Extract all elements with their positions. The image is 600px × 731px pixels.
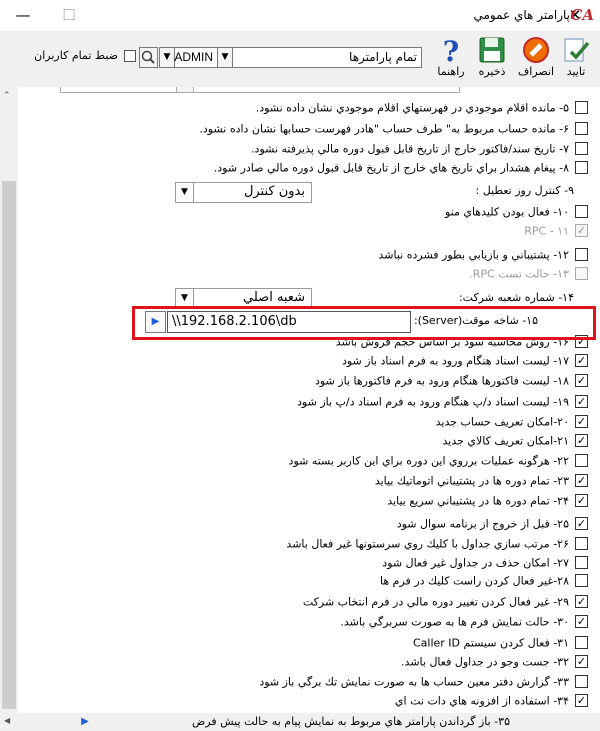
list-item: ۱۳- حالت تست RPC. (469, 266, 588, 285)
search-button[interactable] (139, 47, 158, 68)
checkbox[interactable] (575, 555, 588, 569)
help-button[interactable]: ? راهنما (429, 33, 473, 85)
checkbox[interactable]: ✓ (575, 516, 588, 530)
checkbox[interactable] (575, 247, 588, 261)
app-logo: CA (570, 6, 594, 24)
checkbox[interactable]: ✓ (575, 373, 588, 387)
list-item[interactable]: ✓۲۳- تمام دوره ها در پشتيباني اتوماتيك ب… (375, 473, 588, 492)
checkbox[interactable]: ✓ (575, 594, 588, 608)
list-item[interactable]: ۷- تاريخ سند/فاكتور خارج از تاريخ قابل ق… (251, 141, 588, 160)
checkbox[interactable]: ✓ (575, 353, 588, 367)
checkbox[interactable]: ✓ (575, 693, 588, 707)
list-item[interactable]: ۲۶- مرتب سازي جداول با كليك روي سرستونها… (286, 536, 588, 555)
highlight-box (132, 306, 596, 340)
checkbox (575, 266, 588, 280)
control-row-label: ۹- كنترل روز تعطيل : (475, 183, 575, 197)
save-all-users-checkbox[interactable] (124, 50, 136, 62)
checkbox[interactable] (575, 100, 588, 114)
list-item[interactable]: ✓۲۵- قبل از خروج از برنامه سوال شود (397, 516, 588, 535)
bottom-bar: ◀ ▶ ۳۵- باز گرداندن پارامتر هاي مربوط به… (0, 713, 600, 731)
svg-text:?: ? (443, 35, 459, 65)
checkbox[interactable] (575, 453, 588, 467)
reset-messages-button[interactable]: ▶ (77, 714, 93, 729)
list-item[interactable]: ✓۱۸- ليست فاكتورها هنگام ورود به فرم فاك… (315, 373, 588, 392)
checkbox[interactable] (575, 204, 588, 218)
list-item[interactable]: ✓۳۰- حالت نمايش فرم ها به صورت سربرگي با… (340, 614, 588, 633)
checkbox[interactable]: ✓ (575, 654, 588, 668)
list-item[interactable]: ✓۳۲- جست وجو در جداول فعال باشد. (401, 654, 588, 673)
checkbox[interactable] (575, 141, 588, 155)
scroll-left-icon[interactable]: ◀ (4, 716, 10, 725)
checkbox[interactable]: ✓ (575, 493, 588, 507)
checkbox[interactable] (575, 635, 588, 649)
list-item[interactable]: ۶- مانده حساب مربوط به" طرف حساب "هادر ف… (199, 121, 588, 140)
chevron-down-icon: ▼ (218, 48, 233, 67)
parameters-panel: ۵- مانده اقلام موجودي در فهرستهاي اقلام … (0, 87, 600, 713)
scroll-up-icon[interactable]: ⌃ (3, 91, 11, 101)
list-item: ✓RPC - ۱۱ (524, 223, 588, 238)
chevron-down-icon: ▼ (176, 183, 194, 202)
cancel-button[interactable]: انصراف (514, 33, 558, 85)
checkbox[interactable]: ✓ (575, 433, 588, 447)
scrollbar-thumb[interactable] (2, 181, 16, 709)
maximize-button[interactable]: ☐ (46, 0, 92, 31)
cancel-icon (523, 37, 549, 63)
checkbox[interactable]: ✓ (575, 394, 588, 408)
checkbox[interactable] (575, 536, 588, 550)
confirm-button[interactable]: تاييد (554, 33, 598, 85)
holiday-control-select[interactable]: ▼ بدون كنترل (175, 182, 312, 203)
list-item[interactable]: ۲۷- امكان حذف در جداول غير فعال شود (382, 555, 588, 574)
list-item[interactable]: ۸- پيغام هشدار براي تاريخ هاي خارج از تا… (214, 160, 588, 179)
search-icon (141, 50, 155, 64)
vertical-scrollbar[interactable]: ⌃ (0, 87, 18, 713)
title-bar: — ☐ ✕ پارامتر هاي عمومي CA (0, 0, 600, 31)
list-item[interactable]: ۲۸-غير فعال كردن راست كليك در فرم ها (380, 573, 588, 592)
checkbox[interactable] (575, 121, 588, 135)
list-item[interactable]: ۱۰- فعال بودن كليدهاي منو (445, 204, 588, 223)
list-item[interactable]: ۱۲- پشتيباني و بازيابي بطور فشرده نباشد (379, 247, 588, 266)
minimize-button[interactable]: — (0, 0, 46, 31)
checkbox[interactable]: ✓ (575, 473, 588, 487)
list-item[interactable]: ✓۱۷- ليست اسناد هنگام ورود به فرم اسناد … (342, 353, 588, 372)
help-icon: ? (443, 35, 459, 65)
params-filter-combo[interactable]: ▼ تمام پارامترها (217, 47, 422, 68)
window-title: پارامتر هاي عمومي (473, 8, 570, 22)
checkbox[interactable]: ✓ (575, 614, 588, 628)
checkbox[interactable] (575, 573, 588, 587)
checkbox[interactable] (575, 674, 588, 688)
list-item[interactable]: ✓۱۹- ليست اسناد د/پ هنگام ورود به فرم اس… (297, 394, 588, 413)
list-item[interactable]: ۳۱- فعال كردن سيستم Caller ID (413, 635, 588, 654)
list-item[interactable]: ✓۳۴- استفاده از افزونه هاي دات نت اي (395, 693, 588, 712)
checkbox[interactable]: ✓ (575, 414, 588, 428)
list-item[interactable]: ۳۳- گزارش دفتر معين حساب ها به صورت نماي… (259, 674, 588, 693)
checkbox[interactable] (575, 160, 588, 174)
list-item[interactable]: ✓۲۱-امكان تعريف كالاي جديد (442, 433, 588, 452)
list-item[interactable]: ۵- مانده اقلام موجودي در فهرستهاي اقلام … (256, 100, 588, 119)
save-icon (479, 37, 505, 63)
chevron-down-icon: ▼ (160, 48, 175, 67)
user-combo[interactable]: ▼ ADMIN (159, 47, 218, 68)
save-button[interactable]: ذخيره (470, 33, 514, 85)
list-item[interactable]: ✓۲۰-امكان تعريف حساب جديد (436, 414, 588, 433)
list-item[interactable]: ✓۲۹- غير فعال كردن تغيير دوره مالي در فر… (303, 594, 588, 613)
list-item[interactable]: ✓۲۴- تمام دوره ها در پشتيباني سريع بيايد (387, 493, 588, 512)
checkbox: ✓ (575, 223, 588, 237)
cut-off-field (60, 87, 460, 93)
list-item[interactable]: ۲۲- هرگونه عمليات برروي اين دوره براي اي… (289, 453, 588, 472)
reset-messages-label: ۳۵- باز گرداندن پارامتر هاي مربوط به نما… (191, 715, 510, 728)
play-icon: ▶ (81, 716, 89, 727)
confirm-icon (564, 38, 590, 62)
